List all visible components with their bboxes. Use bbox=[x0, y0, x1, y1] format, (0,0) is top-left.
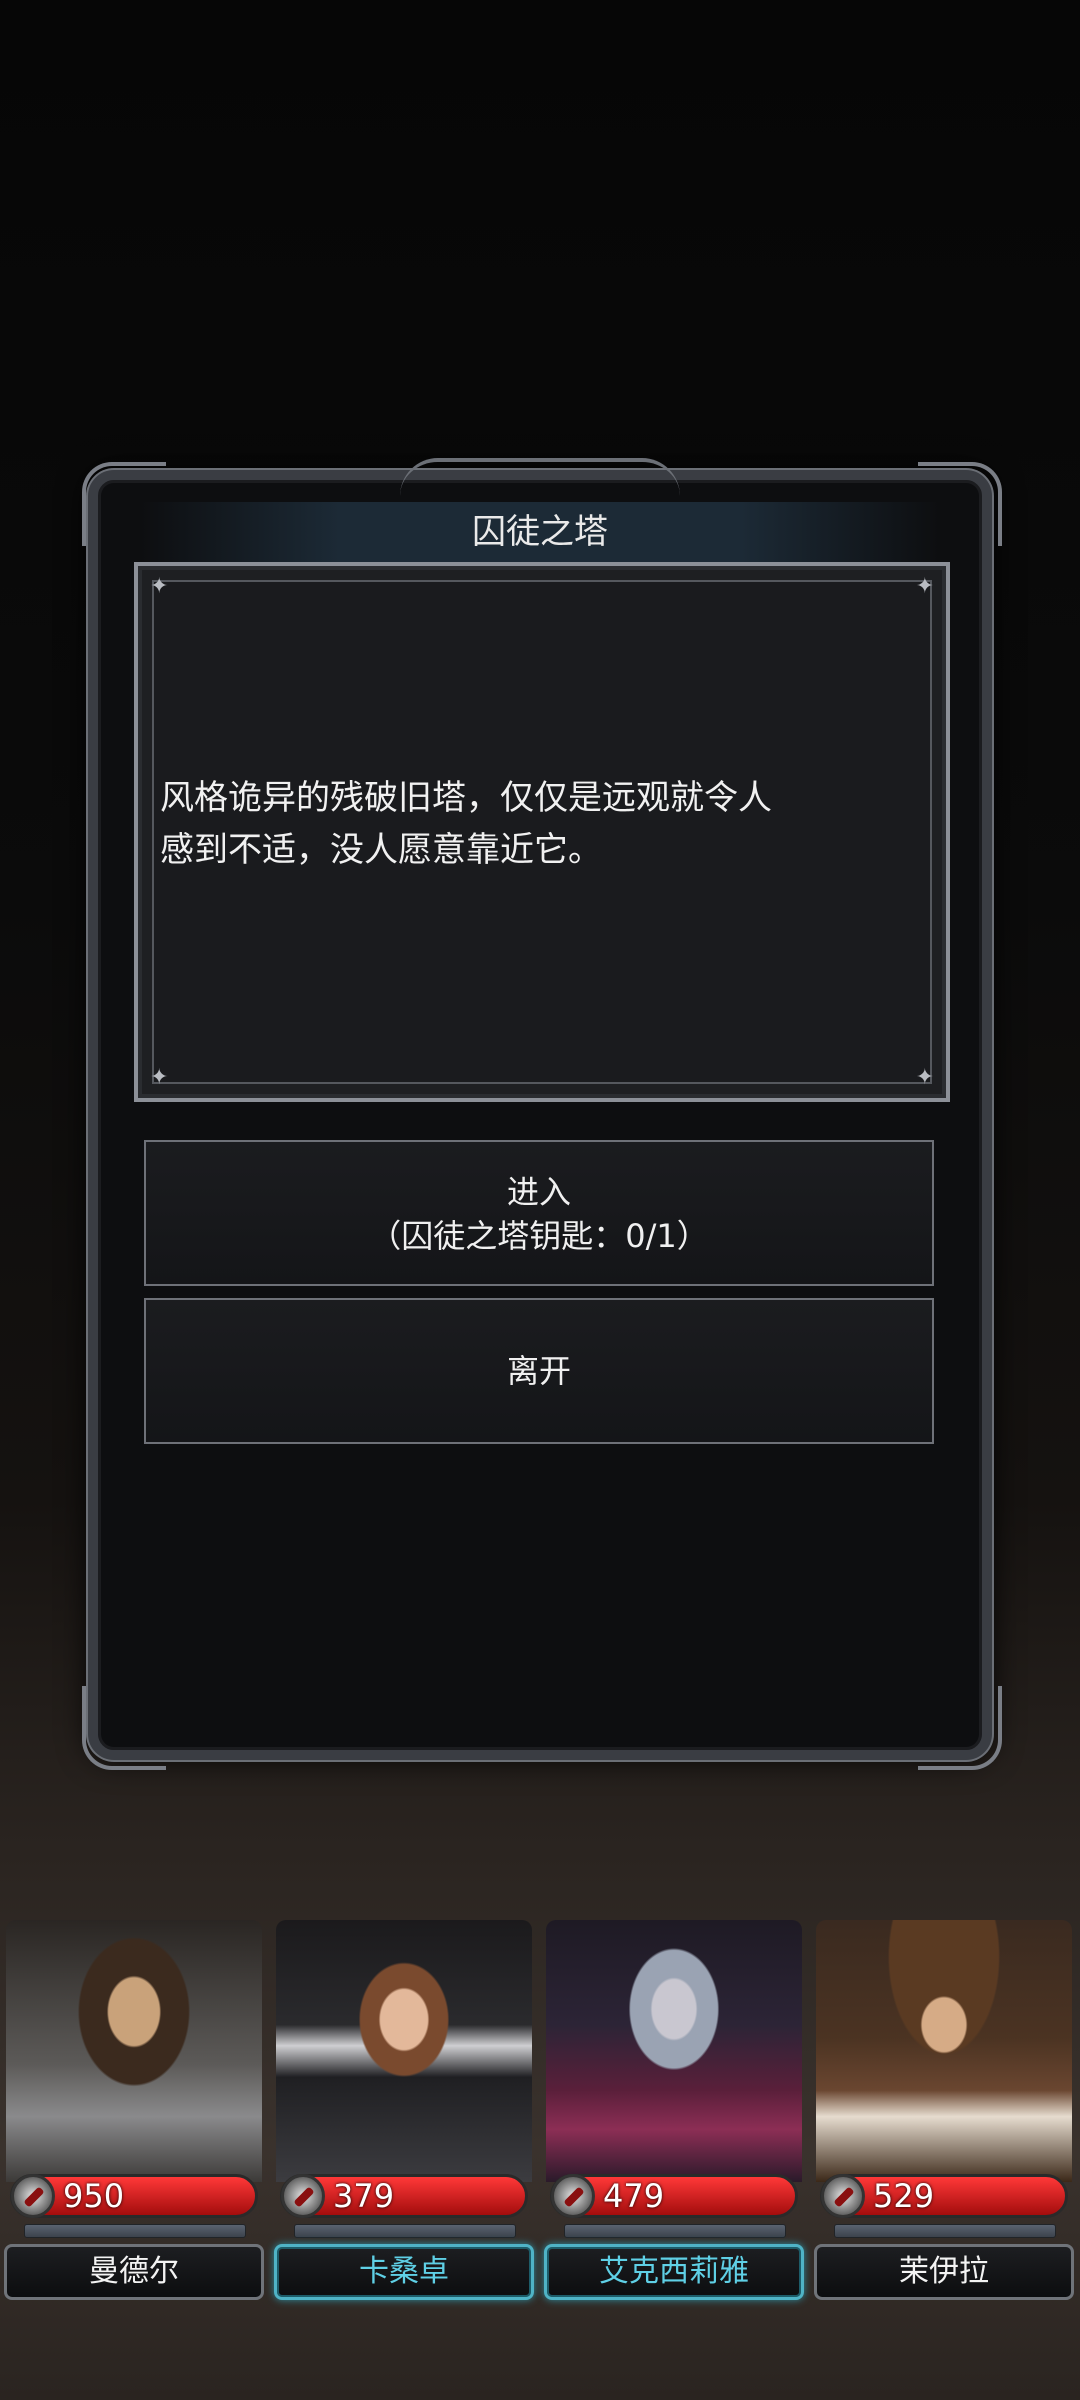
sparkle-icon: ✦ bbox=[915, 574, 934, 599]
blood-drop-icon bbox=[11, 2174, 55, 2218]
description-line: 感到不适，没人愿意靠近它。 bbox=[160, 830, 602, 870]
leave-button[interactable]: 离开 bbox=[144, 1298, 934, 1444]
stamina-bar bbox=[834, 2224, 1056, 2238]
blood-drop-icon bbox=[281, 2174, 325, 2218]
party-member-cassandra[interactable]: 379 卡桑卓 bbox=[270, 1920, 538, 2320]
description-line: 风格诡异的残破旧塔，仅仅是远观就令人 bbox=[160, 778, 772, 818]
dialog-corner-ornament bbox=[82, 1686, 166, 1770]
stamina-bar bbox=[564, 2224, 786, 2238]
hero-name-plate: 曼德尔 bbox=[4, 2244, 264, 2300]
party-member-mandel[interactable]: 950 曼德尔 bbox=[0, 1920, 268, 2320]
dialog-top-ornament bbox=[400, 458, 680, 496]
hero-name-plate: 茉伊拉 bbox=[814, 2244, 1074, 2300]
dialog-corner-ornament bbox=[918, 1686, 1002, 1770]
hero-name-plate: 卡桑卓 bbox=[274, 2244, 534, 2300]
party-member-moira[interactable]: 529 茉伊拉 bbox=[810, 1920, 1078, 2320]
stamina-bar bbox=[294, 2224, 516, 2238]
hero-portrait bbox=[816, 1920, 1072, 2182]
hero-portrait bbox=[6, 1920, 262, 2182]
hero-name-plate: 艾克西莉雅 bbox=[544, 2244, 804, 2300]
hero-portrait bbox=[546, 1920, 802, 2182]
key-requirement-label: （囚徒之塔钥匙：0/1） bbox=[369, 1217, 709, 1255]
sparkle-icon: ✦ bbox=[915, 1065, 934, 1090]
enter-button[interactable]: 进入 （囚徒之塔钥匙：0/1） bbox=[144, 1140, 934, 1286]
hp-bar: 479 bbox=[550, 2174, 798, 2218]
party-bar: 950 曼德尔 379 卡桑卓 479 艾克西莉雅 529 茉伊拉 bbox=[0, 1920, 1080, 2320]
enter-button-label: 进入 bbox=[506, 1173, 571, 1211]
hp-value: 379 bbox=[333, 2177, 395, 2215]
hp-value: 479 bbox=[603, 2177, 665, 2215]
sparkle-icon: ✦ bbox=[150, 1065, 169, 1090]
party-member-axilia[interactable]: 479 艾克西莉雅 bbox=[540, 1920, 808, 2320]
hero-portrait bbox=[276, 1920, 532, 2182]
hp-bar: 529 bbox=[820, 2174, 1068, 2218]
hp-value: 529 bbox=[873, 2177, 935, 2215]
hp-value: 950 bbox=[63, 2177, 125, 2215]
hp-bar: 379 bbox=[280, 2174, 528, 2218]
dialog-title: 囚徒之塔 bbox=[140, 502, 940, 562]
sparkle-icon: ✦ bbox=[150, 574, 169, 599]
stamina-bar bbox=[24, 2224, 246, 2238]
hp-bar: 950 bbox=[10, 2174, 258, 2218]
description-text: 风格诡异的残破旧塔，仅仅是远观就令人 感到不适，没人愿意靠近它。 bbox=[160, 772, 920, 876]
blood-drop-icon bbox=[821, 2174, 865, 2218]
blood-drop-icon bbox=[551, 2174, 595, 2218]
